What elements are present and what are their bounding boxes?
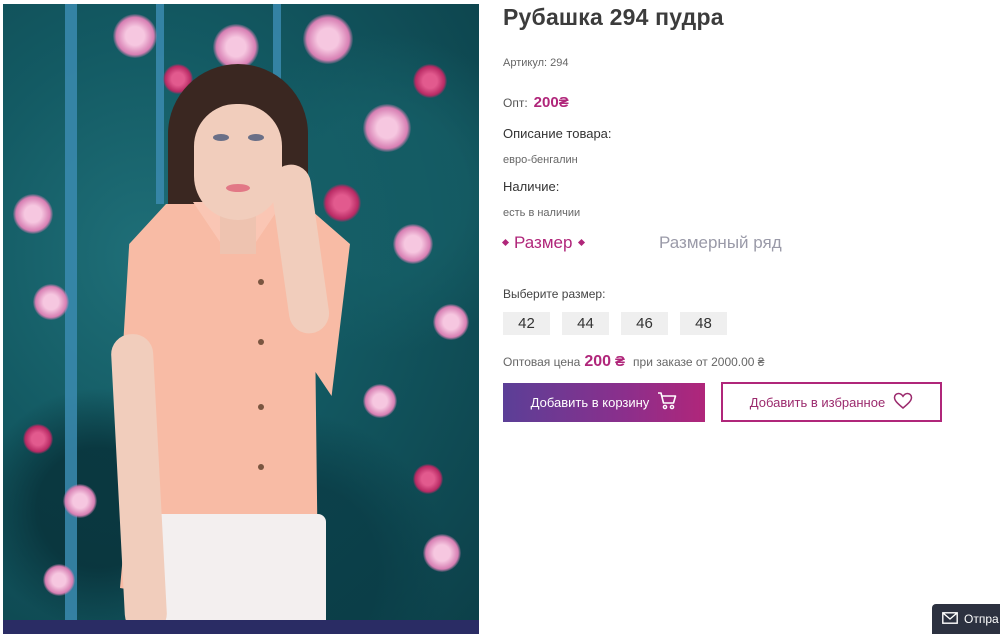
photo-blossom — [13, 194, 53, 234]
description-value: евро-бенгалин — [503, 154, 578, 166]
add-to-cart-button[interactable]: Добавить в корзину — [503, 383, 705, 422]
photo-blossom — [423, 534, 461, 572]
wholesale-price-currency: ₴ — [615, 353, 626, 370]
pants — [146, 514, 326, 634]
size-option-44[interactable]: 44 — [562, 312, 609, 335]
shirt-button — [258, 279, 264, 285]
photo-decor-pole — [65, 4, 77, 634]
photo-blossom — [23, 424, 53, 454]
shirt-button — [258, 464, 264, 470]
size-option-42[interactable]: 42 — [503, 312, 550, 335]
tab-size-label: Размер — [514, 233, 573, 252]
size-options: 42 44 46 48 — [503, 312, 727, 335]
heart-icon — [893, 392, 913, 413]
cart-icon — [657, 392, 677, 413]
photo-blossom — [363, 384, 397, 418]
photo-blossom — [363, 104, 411, 152]
tab-size-chart[interactable]: Размерный ряд — [659, 233, 782, 253]
opt-price-row: Опт: 200₴ — [503, 94, 569, 111]
photo-blossom — [393, 224, 433, 264]
model-face — [194, 104, 282, 220]
product-sku: Артикул: 294 — [503, 57, 569, 69]
envelope-icon — [942, 611, 958, 627]
size-option-46[interactable]: 46 — [621, 312, 668, 335]
send-message-label: Отпра — [964, 612, 999, 626]
add-to-cart-label: Добавить в корзину — [530, 395, 650, 410]
shirt-button — [258, 404, 264, 410]
photo-blossom — [433, 304, 469, 340]
photo-blossom — [413, 464, 443, 494]
model-neck — [220, 214, 256, 254]
size-tabs: Размер Размерный ряд — [501, 233, 833, 259]
wholesale-price-prefix: Оптовая цена — [503, 355, 581, 369]
photo-blossom — [33, 284, 69, 320]
photo-blossom — [113, 14, 157, 58]
add-to-favorites-label: Добавить в избранное — [749, 394, 886, 410]
availability-value: есть в наличии — [503, 207, 581, 219]
add-to-favorites-button[interactable]: Добавить в избранное — [721, 382, 942, 422]
opt-price-label: Опт: — [503, 96, 528, 110]
wholesale-price-suffix: при заказе от 2000.00 ₴ — [633, 355, 765, 369]
product-title: Рубашка 294 пудра — [503, 4, 724, 30]
wholesale-price-row: Оптовая цена 200 ₴ при заказе от 2000.00… — [503, 353, 764, 371]
description-label: Описание товара: — [503, 126, 612, 141]
shirt-button — [258, 339, 264, 345]
size-option-48[interactable]: 48 — [680, 312, 727, 335]
opt-price-value: 200₴ — [533, 94, 569, 111]
size-select-label: Выберите размер: — [503, 287, 606, 301]
send-message-widget[interactable]: Отпра — [932, 604, 1000, 634]
model-eye — [248, 134, 264, 141]
diamond-icon — [501, 238, 510, 246]
diamond-icon — [578, 238, 586, 246]
model-lips — [226, 184, 250, 192]
availability-label: Наличие: — [503, 179, 560, 194]
product-photo[interactable] — [3, 4, 479, 634]
model-eye — [213, 134, 229, 141]
photo-floor — [3, 620, 479, 634]
photo-blossom — [413, 64, 447, 98]
photo-blossom — [63, 484, 97, 518]
photo-blossom — [303, 14, 353, 64]
model-figure — [98, 64, 368, 634]
wholesale-price-value: 200 — [584, 353, 612, 370]
tab-size[interactable]: Размер — [501, 233, 586, 253]
photo-blossom — [43, 564, 75, 596]
